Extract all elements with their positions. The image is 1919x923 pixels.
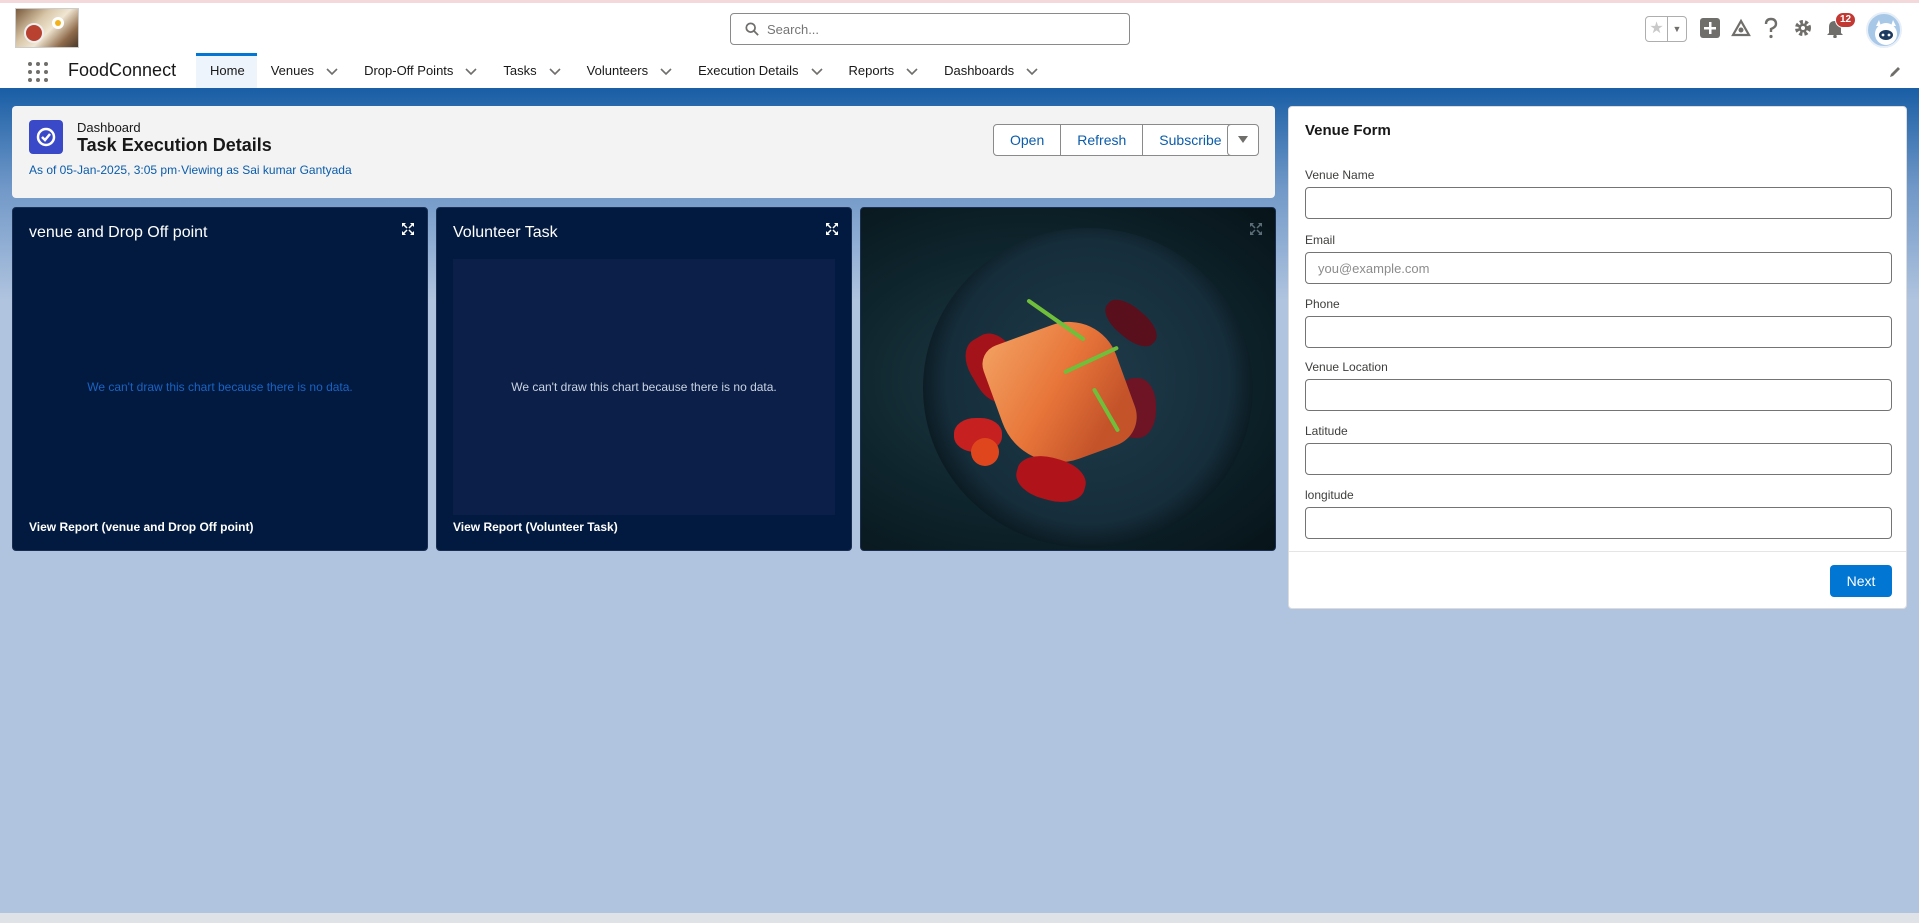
- tab-execution-details[interactable]: Execution Details: [684, 53, 834, 88]
- nav-tabs: Home Venues Drop-Off Points Tasks Volunt…: [196, 53, 1050, 88]
- expand-icon[interactable]: [825, 222, 839, 236]
- phone-input[interactable]: [1305, 316, 1892, 348]
- org-logo[interactable]: [15, 8, 79, 48]
- form-divider: [1289, 551, 1906, 552]
- no-data-message: We can't draw this chart because there i…: [87, 380, 353, 394]
- expand-icon[interactable]: [401, 222, 415, 236]
- venue-location-input[interactable]: [1305, 379, 1892, 411]
- astro-avatar-icon: [1875, 20, 1897, 45]
- widget-venue-drop-off: venue and Drop Off point We can't draw t…: [12, 207, 428, 551]
- add-icon[interactable]: [1700, 18, 1720, 38]
- view-report-link[interactable]: View Report (venue and Drop Off point): [29, 520, 253, 534]
- chart-area: We can't draw this chart because there i…: [453, 259, 835, 515]
- settings-gear-icon[interactable]: [1793, 18, 1813, 38]
- tab-home[interactable]: Home: [196, 53, 257, 88]
- open-button[interactable]: Open: [993, 124, 1062, 156]
- tab-label: Dashboards: [944, 63, 1015, 78]
- email-field: Email: [1305, 233, 1892, 284]
- search-input[interactable]: [767, 21, 1107, 37]
- chevron-down-icon: [1238, 136, 1248, 143]
- latitude-input[interactable]: [1305, 443, 1892, 475]
- dashboard-actions: Open Refresh Subscribe: [993, 124, 1239, 156]
- chevron-down-icon[interactable]: [660, 65, 672, 77]
- edit-pencil-icon[interactable]: [1888, 65, 1902, 79]
- venue-location-field: Venue Location: [1305, 360, 1892, 411]
- app-name: FoodConnect: [68, 60, 177, 80]
- next-button[interactable]: Next: [1830, 565, 1892, 597]
- global-search[interactable]: [730, 13, 1130, 45]
- tab-venues[interactable]: Venues: [257, 53, 350, 88]
- field-label: Phone: [1305, 297, 1340, 311]
- widget-food-image: [860, 207, 1276, 551]
- widget-title: Volunteer Task: [453, 224, 558, 241]
- bottom-strip: [0, 913, 1919, 923]
- venue-name-field: Venue Name: [1305, 168, 1892, 219]
- expand-icon[interactable]: [1249, 222, 1263, 236]
- longitude-field: longitude: [1305, 488, 1892, 539]
- trailhead-icon[interactable]: [1731, 18, 1751, 38]
- field-label: longitude: [1305, 488, 1354, 502]
- favorites-button[interactable]: ★ ▼: [1645, 16, 1687, 42]
- venue-form-title: Venue Form: [1305, 122, 1391, 139]
- no-data-message: We can't draw this chart because there i…: [511, 380, 777, 394]
- more-actions-button[interactable]: [1227, 124, 1259, 156]
- tab-label: Volunteers: [586, 63, 649, 78]
- chevron-down-icon[interactable]: [465, 65, 477, 77]
- chevron-down-icon[interactable]: [1026, 65, 1038, 77]
- dashboard-icon: [29, 120, 63, 154]
- favorite-star-icon[interactable]: ★: [1646, 17, 1668, 41]
- venue-form: Venue Form Venue Name Email Phone Venue …: [1288, 106, 1907, 609]
- app-nav-bar: FoodConnect Home Venues Drop-Off Points …: [0, 53, 1919, 91]
- tab-label: Drop-Off Points: [364, 63, 454, 78]
- app-launcher-icon[interactable]: [28, 62, 50, 84]
- dashboard-meta: As of 05-Jan-2025, 3:05 pm·Viewing as Sa…: [29, 163, 352, 177]
- tab-reports[interactable]: Reports: [835, 53, 931, 88]
- tab-label: Tasks: [503, 63, 537, 78]
- notification-count-badge: 12: [1835, 12, 1857, 28]
- field-label: Venue Name: [1305, 168, 1375, 182]
- tab-drop-off-points[interactable]: Drop-Off Points: [350, 53, 489, 88]
- tab-label: Reports: [848, 63, 895, 78]
- search-icon: [745, 22, 759, 36]
- widget-title: venue and Drop Off point: [29, 224, 208, 241]
- chevron-down-icon[interactable]: [549, 65, 561, 77]
- tab-label: Venues: [270, 63, 315, 78]
- global-header: ★ ▼ 12: [0, 0, 1919, 53]
- dashboard-header: Dashboard Task Execution Details As of 0…: [12, 106, 1275, 198]
- user-avatar[interactable]: [1866, 12, 1902, 48]
- widget-volunteer-task: Volunteer Task We can't draw this chart …: [436, 207, 852, 551]
- phone-field: Phone: [1305, 297, 1892, 348]
- field-label: Latitude: [1305, 424, 1348, 438]
- help-icon[interactable]: [1763, 17, 1779, 39]
- tab-label: Execution Details: [698, 63, 799, 78]
- subscribe-button[interactable]: Subscribe: [1142, 124, 1239, 156]
- refresh-button[interactable]: Refresh: [1060, 124, 1144, 156]
- favorites-menu-icon[interactable]: ▼: [1668, 24, 1686, 34]
- tab-dashboards[interactable]: Dashboards: [930, 53, 1050, 88]
- venue-name-input[interactable]: [1305, 187, 1892, 219]
- food-photo: [861, 208, 1275, 550]
- field-label: Venue Location: [1305, 360, 1388, 374]
- tab-label: Home: [210, 63, 245, 78]
- dashboard-kicker: Dashboard: [77, 120, 141, 135]
- latitude-field: Latitude: [1305, 424, 1892, 475]
- longitude-input[interactable]: [1305, 507, 1892, 539]
- view-report-link[interactable]: View Report (Volunteer Task): [453, 520, 618, 534]
- chevron-down-icon[interactable]: [326, 65, 338, 77]
- email-input[interactable]: [1305, 252, 1892, 284]
- chevron-down-icon[interactable]: [906, 65, 918, 77]
- page-title: Task Execution Details: [77, 135, 272, 155]
- field-label: Email: [1305, 233, 1336, 247]
- chevron-down-icon[interactable]: [810, 65, 823, 77]
- tab-tasks[interactable]: Tasks: [489, 53, 572, 88]
- tab-volunteers[interactable]: Volunteers: [573, 53, 684, 88]
